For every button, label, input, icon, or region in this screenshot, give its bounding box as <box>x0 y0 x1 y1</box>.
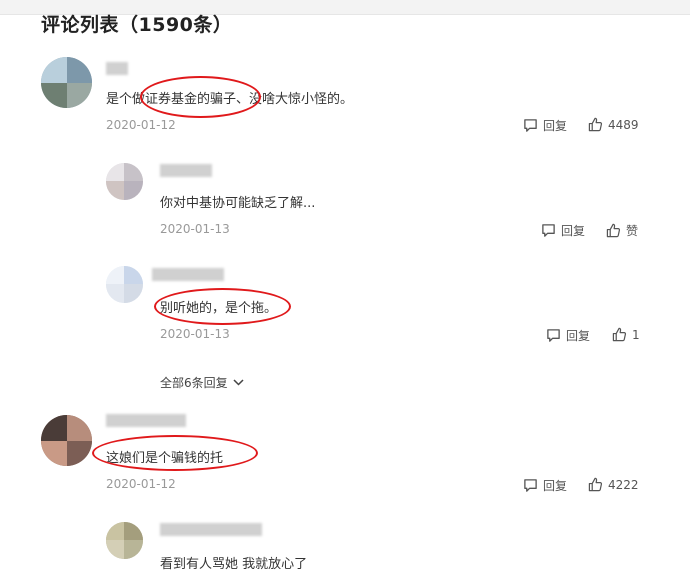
avatar[interactable] <box>41 57 92 108</box>
reply-date: 2020-01-13 <box>160 222 230 236</box>
reply-text: 你对中基协可能缺乏了解... <box>160 196 316 211</box>
avatar[interactable] <box>41 415 92 466</box>
like-button[interactable]: 1 <box>612 327 640 342</box>
like-count: 4489 <box>608 117 639 132</box>
show-all-replies-label: 全部6条回复 <box>160 376 228 390</box>
reply-button[interactable]: 回复 <box>523 117 567 134</box>
show-all-replies-link[interactable]: 全部6条回复 <box>160 374 244 391</box>
username-blurred[interactable] <box>106 62 128 75</box>
like-button[interactable]: 4222 <box>588 477 639 492</box>
reply-label: 回复 <box>561 224 586 238</box>
chevron-down-icon <box>233 379 244 386</box>
comment-date: 2020-01-12 <box>106 118 176 132</box>
comment-bubble-icon <box>542 224 555 237</box>
avatar[interactable] <box>106 163 143 200</box>
reply-button[interactable]: 回复 <box>523 477 567 494</box>
thumbs-up-icon <box>606 223 621 238</box>
username-blurred[interactable] <box>160 164 212 177</box>
username-blurred[interactable] <box>152 268 224 281</box>
reply-text: 看到有人骂她 我就放心了 <box>160 557 308 572</box>
thumbs-up-icon <box>612 327 627 342</box>
highlight-ellipse <box>154 288 291 325</box>
like-button[interactable]: 赞 <box>606 222 638 239</box>
like-count: 1 <box>632 327 640 342</box>
comment-list-title: 评论列表（1590条） <box>41 14 233 36</box>
comment-bubble-icon <box>524 479 537 492</box>
like-count: 4222 <box>608 477 639 492</box>
avatar[interactable] <box>106 266 143 303</box>
comment-bubble-icon <box>524 119 537 132</box>
thumbs-up-icon <box>588 477 603 492</box>
reply-label: 回复 <box>543 119 568 133</box>
reply-button[interactable]: 回复 <box>546 327 590 344</box>
like-label: 赞 <box>626 224 639 238</box>
reply-button[interactable]: 回复 <box>541 222 585 239</box>
comment-bubble-icon <box>547 329 560 342</box>
avatar[interactable] <box>106 522 143 559</box>
highlight-ellipse <box>140 76 261 118</box>
username-blurred[interactable] <box>106 414 186 427</box>
like-button[interactable]: 4489 <box>588 117 639 132</box>
reply-label: 回复 <box>543 479 568 493</box>
reply-date: 2020-01-13 <box>160 327 230 341</box>
reply-label: 回复 <box>566 329 591 343</box>
highlight-ellipse <box>92 435 258 471</box>
comment-date: 2020-01-12 <box>106 477 176 491</box>
thumbs-up-icon <box>588 117 603 132</box>
username-blurred[interactable] <box>160 523 262 536</box>
